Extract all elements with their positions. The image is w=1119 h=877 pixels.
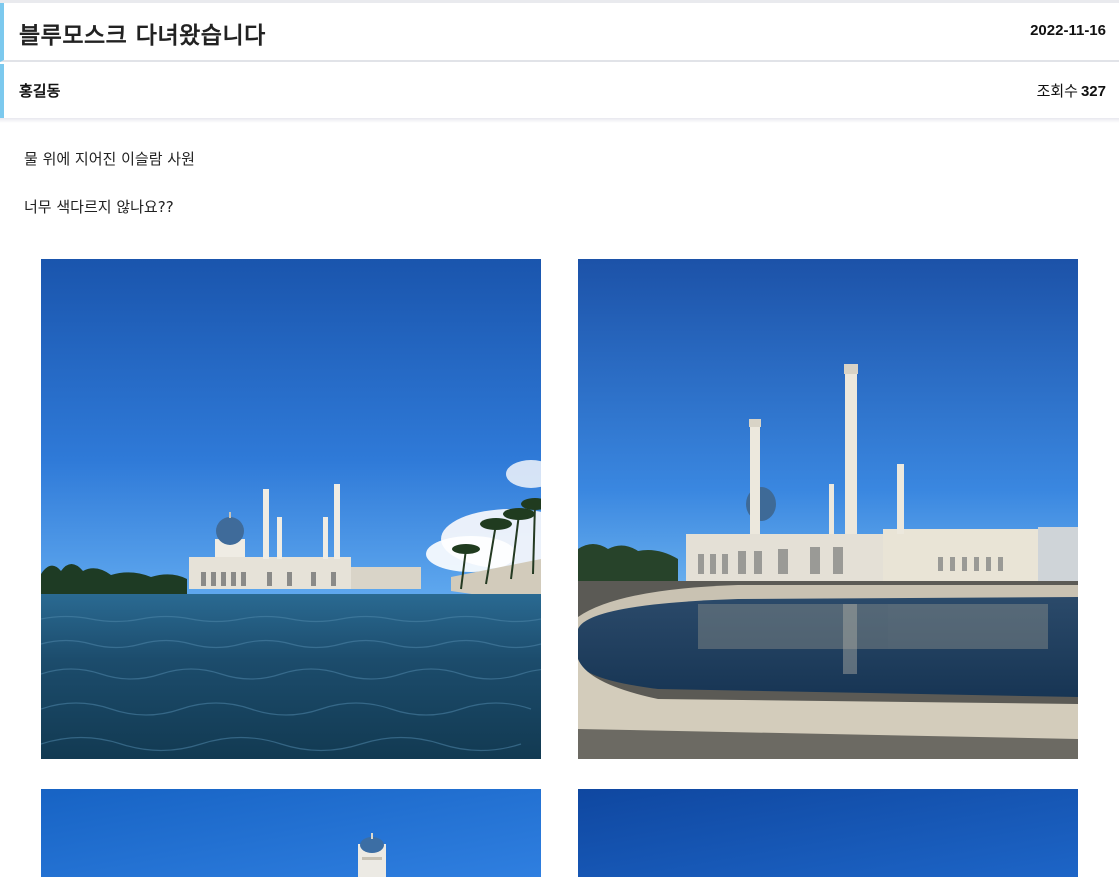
photo-minaret-sky[interactable] bbox=[41, 789, 541, 877]
photo-minaret-sky-image bbox=[41, 789, 541, 877]
author-name[interactable]: 홍길동 bbox=[19, 80, 60, 101]
views-count: 327 bbox=[1080, 83, 1106, 100]
photo-blue-sky-image bbox=[578, 789, 1078, 877]
photo-mosque-on-water-image bbox=[41, 259, 541, 759]
photo-blue-sky[interactable] bbox=[578, 789, 1078, 877]
view-count: 조회수 327 bbox=[1037, 80, 1106, 101]
post-body: 물 위에 지어진 이슬람 사원 너무 색다르지 않나요?? bbox=[24, 148, 195, 244]
post-date: 2022-11-16 bbox=[1030, 22, 1106, 39]
post-title: 블루모스크 다녀왔습니다 bbox=[19, 23, 266, 49]
views-label: 조회수 bbox=[1036, 82, 1078, 100]
photo-mosque-reflection[interactable] bbox=[578, 259, 1078, 759]
post-meta: 홍길동 조회수 327 bbox=[0, 64, 1119, 118]
body-paragraph: 너무 색다르지 않나요?? bbox=[24, 198, 174, 216]
post-header: 블루모스크 다녀왔습니다 2022-11-16 bbox=[0, 3, 1119, 62]
photo-mosque-reflection-image bbox=[578, 259, 1078, 759]
photo-mosque-on-water[interactable] bbox=[41, 259, 541, 759]
meta-divider bbox=[0, 118, 1119, 123]
body-paragraph: 물 위에 지어진 이슬람 사원 bbox=[24, 150, 195, 168]
